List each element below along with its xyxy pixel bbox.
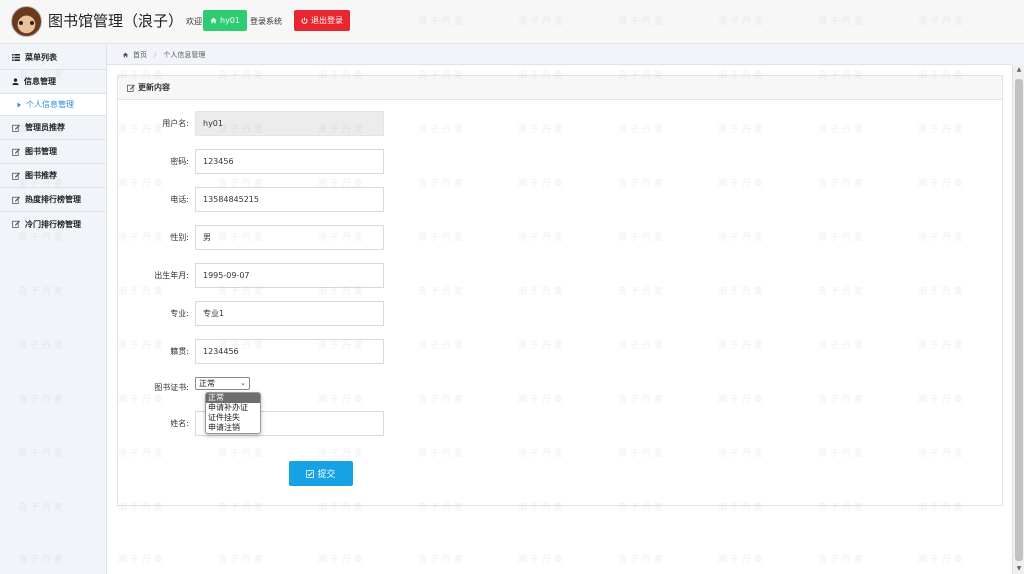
major-row: 专业: 专业1 bbox=[107, 301, 507, 326]
edit-icon bbox=[12, 172, 20, 180]
app-title: 图书馆管理（浪子） bbox=[48, 12, 184, 30]
card-status-value: 正常 bbox=[199, 379, 215, 388]
sidebar-item-label: 个人信息管理 bbox=[26, 100, 74, 109]
password-row: 密码: 123456 bbox=[107, 149, 507, 174]
card-row: 图书证书: 正常 ⌄ bbox=[107, 375, 507, 400]
sidebar: 菜单列表 信息管理 个人信息管理 管理员推荐 图书管理 图书推荐 热度排行榜管理… bbox=[0, 45, 107, 574]
power-icon bbox=[301, 17, 308, 24]
submit-label: 提交 bbox=[317, 470, 336, 480]
page-scrollbar[interactable]: ▲ ▼ bbox=[1012, 65, 1024, 574]
chevron-down-icon: ⌄ bbox=[240, 379, 246, 387]
sidebar-heading-label: 菜单列表 bbox=[25, 52, 57, 62]
birth-field[interactable]: 1995-09-07 bbox=[195, 263, 384, 288]
update-panel: 更新内容 bbox=[117, 75, 1003, 506]
dropdown-option[interactable]: 申请注销 bbox=[206, 423, 260, 433]
avatar bbox=[11, 6, 42, 37]
sidebar-item-label: 冷门排行榜管理 bbox=[25, 219, 81, 229]
home-icon bbox=[210, 17, 217, 24]
card-status-select[interactable]: 正常 ⌄ bbox=[195, 377, 250, 390]
dropdown-option[interactable]: 证件挂失 bbox=[206, 413, 260, 423]
logout-button[interactable]: 退出登录 bbox=[294, 10, 350, 31]
list-icon bbox=[12, 53, 20, 61]
phone-label: 电话: bbox=[170, 195, 189, 204]
dropdown-option[interactable]: 正常 bbox=[206, 393, 260, 403]
caret-right-icon bbox=[17, 102, 21, 107]
submit-button[interactable]: 提交 bbox=[289, 461, 353, 486]
sidebar-item-label: 热度排行榜管理 bbox=[25, 195, 81, 204]
sidebar-item-admin-recommend[interactable]: 管理员推荐 bbox=[0, 116, 106, 140]
main-content: 更新内容 用户名: hy01 密码: 123456 电话: 1358484521… bbox=[107, 65, 1012, 574]
sidebar-item-label: 图书管理 bbox=[25, 147, 57, 156]
sidebar-item-hot-ranking[interactable]: 热度排行榜管理 bbox=[0, 188, 106, 212]
scroll-up-icon[interactable]: ▲ bbox=[1013, 65, 1024, 75]
sidebar-item-book-recommend[interactable]: 图书推荐 bbox=[0, 164, 106, 188]
panel-title: 更新内容 bbox=[138, 83, 170, 92]
breadcrumb-separator: / bbox=[154, 50, 157, 59]
sidebar-heading: 菜单列表 bbox=[0, 45, 106, 70]
name-row: 姓名: bbox=[107, 411, 507, 436]
card-status-dropdown: 正常 申请补办证 证件挂失 申请注销 bbox=[205, 392, 261, 434]
major-label: 专业: bbox=[170, 309, 189, 318]
panel-header: 更新内容 bbox=[118, 76, 1002, 100]
name-label: 姓名: bbox=[170, 419, 189, 428]
sidebar-item-label: 管理员推荐 bbox=[25, 123, 65, 132]
edit-icon bbox=[127, 84, 135, 92]
sidebar-item-personal-info[interactable]: 个人信息管理 bbox=[0, 94, 106, 116]
logout-label: 退出登录 bbox=[311, 16, 343, 25]
phone-row: 电话: 13584845215 bbox=[107, 187, 507, 212]
user-icon bbox=[12, 78, 19, 85]
sidebar-item-cold-ranking[interactable]: 冷门排行榜管理 bbox=[0, 212, 106, 236]
check-square-icon bbox=[306, 469, 315, 478]
edit-icon bbox=[12, 220, 20, 228]
card-label: 图书证书: bbox=[154, 383, 189, 392]
password-label: 密码: bbox=[170, 157, 189, 166]
username-label: hy01 bbox=[220, 16, 240, 25]
password-field[interactable]: 123456 bbox=[195, 149, 384, 174]
edit-icon bbox=[12, 124, 20, 132]
edit-icon bbox=[12, 196, 20, 204]
user-button[interactable]: hy01 bbox=[203, 10, 247, 31]
gender-row: 性别: 男 bbox=[107, 225, 507, 250]
scroll-down-icon[interactable]: ▼ bbox=[1013, 564, 1024, 574]
top-header: 图书馆管理（浪子） 欢迎 hy01 登录系统 退出登录 bbox=[0, 0, 1024, 44]
scrollbar-thumb[interactable] bbox=[1015, 79, 1023, 561]
system-text: 登录系统 bbox=[250, 17, 282, 26]
origin-row: 籍贯: 1234456 bbox=[107, 339, 507, 364]
breadcrumb-current: 个人信息管理 bbox=[163, 50, 206, 59]
birth-label: 出生年月: bbox=[154, 271, 189, 280]
sidebar-item-label: 图书推荐 bbox=[25, 171, 57, 180]
username-label: 用户名: bbox=[162, 119, 189, 128]
home-icon bbox=[122, 52, 129, 57]
major-field[interactable]: 专业1 bbox=[195, 301, 384, 326]
birth-row: 出生年月: 1995-09-07 bbox=[107, 263, 507, 288]
breadcrumb: 首页 / 个人信息管理 bbox=[107, 45, 1012, 65]
origin-field[interactable]: 1234456 bbox=[195, 339, 384, 364]
dropdown-option[interactable]: 申请补办证 bbox=[206, 403, 260, 413]
username-field[interactable]: hy01 bbox=[195, 111, 384, 136]
sidebar-item-label: 信息管理 bbox=[24, 77, 56, 86]
gender-label: 性别: bbox=[170, 233, 189, 242]
origin-label: 籍贯: bbox=[170, 347, 189, 356]
gender-field[interactable]: 男 bbox=[195, 225, 384, 250]
edit-icon bbox=[12, 148, 20, 156]
breadcrumb-home[interactable]: 首页 bbox=[133, 50, 147, 60]
sidebar-item-book-management[interactable]: 图书管理 bbox=[0, 140, 106, 164]
welcome-text: 欢迎 bbox=[186, 17, 202, 26]
phone-field[interactable]: 13584845215 bbox=[195, 187, 384, 212]
username-row: 用户名: hy01 bbox=[107, 111, 507, 136]
sidebar-item-info-management[interactable]: 信息管理 bbox=[0, 70, 106, 94]
